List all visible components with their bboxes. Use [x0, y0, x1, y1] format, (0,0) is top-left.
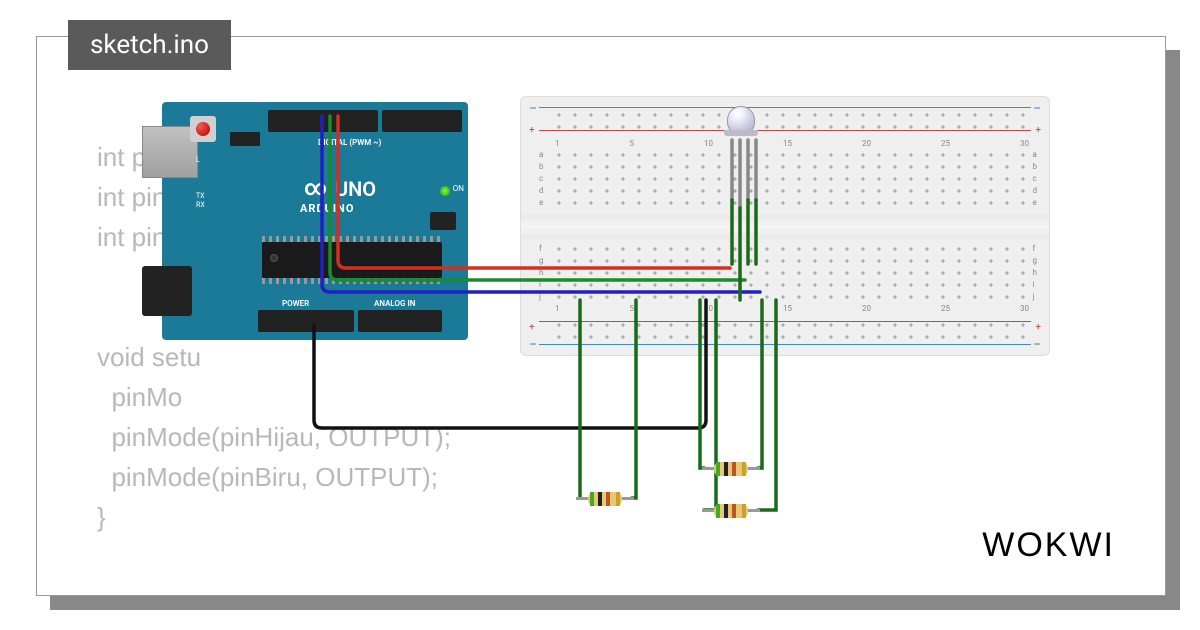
on-label: ON [453, 184, 464, 193]
icsp-header-small [230, 132, 260, 146]
row-letters-bot-right: f g h i j [1033, 243, 1038, 303]
file-tab-label: sketch.ino [90, 30, 209, 60]
l-label: L [196, 156, 200, 164]
barrel-jack [142, 266, 192, 316]
led-base [724, 130, 758, 136]
reset-button[interactable] [190, 116, 216, 142]
icsp-header [430, 212, 456, 230]
plus-icon: + [529, 125, 535, 136]
minus-icon: − [529, 337, 537, 353]
wokwi-logo: WOKWI [982, 526, 1115, 565]
analog-section-label: ANALOG IN [374, 299, 415, 308]
infinity-icon: ∞ [304, 176, 327, 201]
breadboard[interactable]: 151015202530 151015202530 a b c d e a b … [520, 96, 1050, 356]
power-section-label: POWER [282, 299, 309, 308]
board-logo: ∞ UNO [304, 176, 376, 201]
plus-icon: + [1035, 322, 1041, 333]
analog-header[interactable] [358, 310, 442, 332]
resistor-r2[interactable] [704, 462, 758, 476]
column-numbers-bottom: 151015202530 [555, 304, 1029, 313]
plus-icon: + [1035, 125, 1041, 136]
board-model: UNO [335, 177, 376, 201]
resistor-r3[interactable] [704, 504, 758, 518]
arduino-uno-board[interactable]: ∞ UNO ARDUINO ON L TX RX DIGITAL (PWM ~)… [142, 102, 468, 340]
column-numbers-top: 151015202530 [555, 139, 1029, 148]
terminal-strip-top[interactable] [551, 149, 1029, 209]
minus-icon: − [1033, 337, 1041, 353]
resistor-r1[interactable] [578, 492, 632, 506]
atmega-chip [262, 242, 442, 278]
file-tab[interactable]: sketch.ino [68, 20, 231, 70]
plus-icon: + [529, 322, 535, 333]
row-letters-bot-left: f g h i j [539, 243, 544, 303]
minus-icon: − [1033, 101, 1041, 117]
rgb-led[interactable] [724, 106, 758, 146]
digital-section-label: DIGITAL (PWM ~) [318, 138, 381, 147]
board-brand: ARDUINO [300, 202, 354, 215]
digital-header-right[interactable] [382, 110, 462, 132]
power-led-icon [440, 186, 450, 196]
digital-header-left[interactable] [268, 110, 378, 132]
rail-holes-top[interactable] [551, 109, 1029, 133]
row-letters-top-right: a b c d e [1032, 149, 1037, 209]
breadboard-gap [521, 215, 1049, 239]
terminal-strip-bottom[interactable] [551, 243, 1029, 303]
minus-icon: − [529, 101, 537, 117]
power-header[interactable] [258, 310, 354, 332]
rail-holes-bottom[interactable] [551, 319, 1029, 343]
txrx-labels: TX RX [196, 192, 205, 210]
row-letters-top-left: a b c d e [539, 149, 544, 209]
